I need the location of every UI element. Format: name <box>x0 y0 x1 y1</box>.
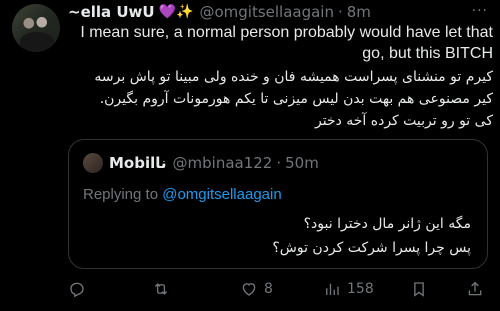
replying-to-mention-link[interactable]: @omgitsellaagain <box>162 186 281 203</box>
quoted-tweet-header: Mobiناا @mbinaa122 · 50m <box>109 153 319 173</box>
tweet-text-line: کی تو رو تربیت کرده آخه دختر <box>314 113 493 129</box>
retweet-button[interactable] <box>152 278 176 300</box>
more-options-icon[interactable]: ··· <box>470 4 488 18</box>
views-button[interactable]: 158 <box>323 278 374 300</box>
author-avatar[interactable] <box>12 4 60 52</box>
tweet-timestamp[interactable]: 8m <box>347 3 371 21</box>
author-display-name[interactable]: ~ella UwU <box>68 3 155 21</box>
tweet-actions-bar: 8 158 <box>68 278 493 300</box>
tweet[interactable]: ~ella UwU 💜✨ @omgitsellaagain · 8m ··· I… <box>0 0 500 311</box>
quoted-tweet-timestamp[interactable]: 50m <box>285 154 319 172</box>
author-name-emojis: 💜✨ <box>158 4 194 20</box>
quoted-author-avatar[interactable] <box>83 153 103 173</box>
tweet-text-line: کیرم تو منشنای پسراست همیشه فان و خنده و… <box>94 69 493 85</box>
quoted-tweet-text: مگه این ژانر مال دخترا نبود؟ پس چرا پسرا… <box>81 212 471 260</box>
reply-button[interactable] <box>68 278 92 300</box>
author-handle[interactable]: @omgitsellaagain <box>199 3 334 21</box>
quoted-text-line: مگه این ژانر مال دخترا نبود؟ <box>303 216 471 232</box>
analytics-icon <box>326 283 339 295</box>
heart-icon <box>242 283 256 296</box>
views-count: 158 <box>347 281 374 297</box>
separator-dot: · <box>276 154 282 172</box>
retweet-icon <box>154 283 168 295</box>
tweet-text-line: کیر مصنوعی هم بهت بدن لیس میزنی تا یکم ه… <box>99 91 493 107</box>
separator-dot: · <box>337 3 343 21</box>
quoted-tweet[interactable]: Mobiناا @mbinaa122 · 50m Replying to @om… <box>68 139 488 269</box>
tweet-header: ~ella UwU 💜✨ @omgitsellaagain · 8m <box>68 2 371 22</box>
bookmark-button[interactable] <box>410 278 428 300</box>
replying-to-line: Replying to @omgitsellaagain <box>83 186 282 203</box>
quoted-text-line: پس چرا پسرا شرکت کردن توش؟ <box>272 240 471 256</box>
reply-icon <box>70 282 84 298</box>
replying-to-label: Replying to <box>83 186 159 203</box>
share-icon <box>468 281 482 296</box>
bookmark-icon <box>414 282 424 297</box>
share-button[interactable] <box>466 278 484 300</box>
quoted-author-display-name[interactable]: Mobiناا <box>109 154 167 172</box>
tweet-text-english: I mean sure, a normal person probably wo… <box>80 24 493 62</box>
like-button[interactable]: 8 <box>240 278 273 300</box>
tweet-text-persian: کیرم تو منشنای پسراست همیشه فان و خنده و… <box>68 66 493 132</box>
quoted-author-handle[interactable]: @mbinaa122 <box>173 154 273 172</box>
like-count: 8 <box>264 281 273 297</box>
